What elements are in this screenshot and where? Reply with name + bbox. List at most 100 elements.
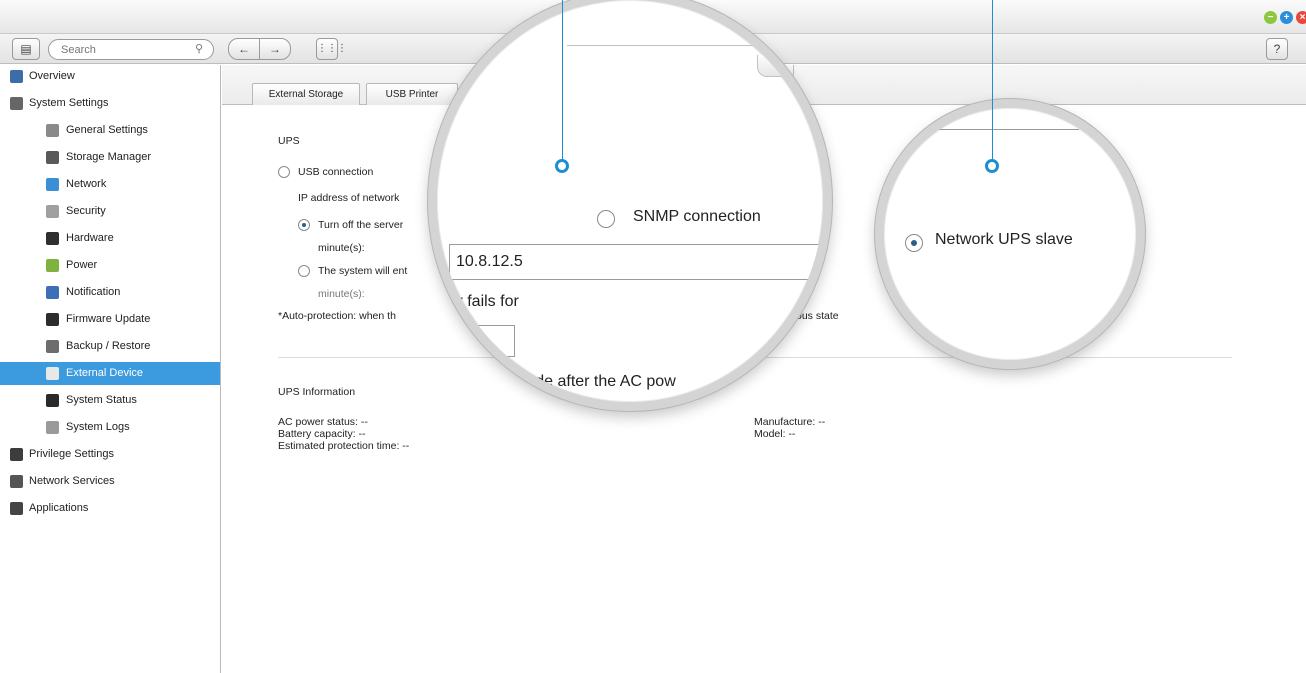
applications-icon <box>10 502 23 515</box>
arrow-left-icon: ← <box>238 42 250 56</box>
sidebar-item-external-device[interactable]: External Device <box>0 362 220 385</box>
turn-off-server-label: Turn off the server <box>318 219 404 231</box>
auto-protection-note-tail: ous state <box>796 310 839 322</box>
network-ups-slave-label: Network UPS slave <box>935 231 1073 248</box>
callout-line-snmp <box>562 0 563 160</box>
manufacture: Manufacture: -- <box>754 416 826 428</box>
sidebar-toggle-button[interactable]: ▤ <box>12 38 40 60</box>
general-settings-icon <box>46 124 59 137</box>
sidebar-item-label: Overview <box>29 70 75 82</box>
system-enter-label: The system will ent <box>318 265 408 277</box>
sidebar-item-applications[interactable]: Applications <box>0 497 220 520</box>
network-ups-slave-radio[interactable] <box>905 234 923 252</box>
sidebar-item-system-settings[interactable]: System Settings <box>0 92 220 115</box>
sidebar-item-label: Network Services <box>29 475 115 487</box>
notification-icon <box>46 286 59 299</box>
minimize-button[interactable]: − <box>1264 11 1277 24</box>
monitor-icon <box>46 394 59 407</box>
sidebar-item-overview[interactable]: Overview <box>0 65 220 88</box>
help-icon: ? <box>1273 42 1281 56</box>
sidebar-item-label: System Settings <box>29 97 109 109</box>
globe-icon <box>10 475 23 488</box>
magnifier-icon: ⚲ <box>194 43 203 55</box>
sidebar-item-label: Security <box>66 205 106 217</box>
sidebar-item-privilege-settings[interactable]: Privilege Settings <box>0 443 220 466</box>
forward-button[interactable]: → <box>259 38 291 60</box>
ac-power-status: AC power status: -- <box>278 416 368 428</box>
minutes-label-1: minute(s): <box>318 242 365 254</box>
sidebar-item-label: Power <box>66 259 98 271</box>
sidebar-item-system-logs[interactable]: System Logs <box>0 416 220 439</box>
magnifier-lens-slave: Network UPS slave <box>875 99 1145 369</box>
sidebar-item-label: Backup / Restore <box>66 340 151 352</box>
minutes-input[interactable] <box>437 325 515 357</box>
sidebar-item-power[interactable]: Power <box>0 254 220 277</box>
estimated-protection-time: Estimated protection time: -- <box>278 440 410 452</box>
logs-icon <box>46 421 59 434</box>
lens-tab-border <box>567 45 787 46</box>
snmp-ip-value: 10.8.12.5 <box>456 253 523 270</box>
auto-protection-note: *Auto-protection: when th <box>278 310 396 322</box>
app-grid-button[interactable]: ⋮⋮⋮ <box>316 38 347 60</box>
network-icon <box>46 178 59 191</box>
sidebar-icon: ▤ <box>20 42 32 56</box>
callout-dot-snmp <box>555 159 569 173</box>
sidebar-item-label: Notification <box>66 286 121 298</box>
sidebar-item-notification[interactable]: Notification <box>0 281 220 304</box>
sidebar-item-label: Privilege Settings <box>29 448 114 460</box>
sidebar-item-network-services[interactable]: Network Services <box>0 470 220 493</box>
sidebar-item-security[interactable]: Security <box>0 200 220 223</box>
usb-connection-label: USB connection <box>298 166 374 178</box>
tab-usb-printer[interactable]: USB Printer <box>366 83 458 105</box>
sidebar: Overview System Settings General Settings S… <box>0 65 221 673</box>
sidebar-item-label: General Settings <box>66 124 148 136</box>
callout-dot-slave <box>985 159 999 173</box>
snmp-connection-radio[interactable] <box>597 210 615 228</box>
maximize-button[interactable]: + <box>1280 11 1293 24</box>
lock-icon <box>46 205 59 218</box>
tab-external-storage[interactable]: External Storage <box>252 83 360 105</box>
search-input[interactable] <box>61 42 181 58</box>
user-icon <box>10 448 23 461</box>
sidebar-item-network[interactable]: Network <box>0 173 220 196</box>
sidebar-item-label: Storage Manager <box>66 151 151 163</box>
sidebar-item-hardware[interactable]: Hardware <box>0 227 220 250</box>
magnifier-lens-snmp: ⌄ SNMP connection 10.8.12.5 wer fails fo… <box>428 0 832 411</box>
lightbulb-icon <box>46 259 59 272</box>
power-fails-label: wer fails for <box>437 293 519 310</box>
back-button[interactable]: ← <box>228 38 260 60</box>
lens-chevron-down-icon: ⌄ <box>757 55 807 77</box>
storage-icon <box>46 151 59 164</box>
ip-address-label: IP address of network <box>298 192 400 204</box>
sidebar-item-general-settings[interactable]: General Settings <box>0 119 220 142</box>
snmp-connection-label: SNMP connection <box>633 208 761 225</box>
ups-section-title: UPS <box>278 135 300 147</box>
model: Model: -- <box>754 428 796 440</box>
sidebar-item-storage-manager[interactable]: Storage Manager <box>0 146 220 169</box>
hardware-icon <box>46 232 59 245</box>
grid-icon: ⋮⋮⋮ <box>317 43 347 54</box>
sidebar-item-label: Hardware <box>66 232 114 244</box>
gear-icon <box>10 97 23 110</box>
sidebar-item-label: Network <box>66 178 107 190</box>
sidebar-item-backup-restore[interactable]: Backup / Restore <box>0 335 220 358</box>
ups-info-title: UPS Information <box>278 386 356 398</box>
search-box[interactable]: ⚲ <box>48 39 214 60</box>
sidebar-item-label: Applications <box>29 502 89 514</box>
mode-after-label: mode after the AC pow <box>513 373 676 390</box>
overview-icon <box>10 70 23 83</box>
sidebar-item-firmware-update[interactable]: Firmware Update <box>0 308 220 331</box>
sidebar-item-label: System Logs <box>66 421 130 433</box>
usb-connection-radio[interactable] <box>278 166 290 178</box>
help-button[interactable]: ? <box>1266 38 1288 60</box>
sidebar-item-label: Firmware Update <box>66 313 151 325</box>
close-button[interactable]: × <box>1296 11 1306 24</box>
external-device-icon <box>46 367 59 380</box>
turn-off-server-radio[interactable] <box>298 219 310 231</box>
sidebar-item-system-status[interactable]: System Status <box>0 389 220 412</box>
sidebar-item-label: External Device <box>66 367 144 379</box>
snmp-ip-input[interactable]: 10.8.12.5 <box>449 244 823 280</box>
sidebar-item-label: System Status <box>66 394 137 406</box>
system-enter-radio[interactable] <box>298 265 310 277</box>
backup-icon <box>46 340 59 353</box>
